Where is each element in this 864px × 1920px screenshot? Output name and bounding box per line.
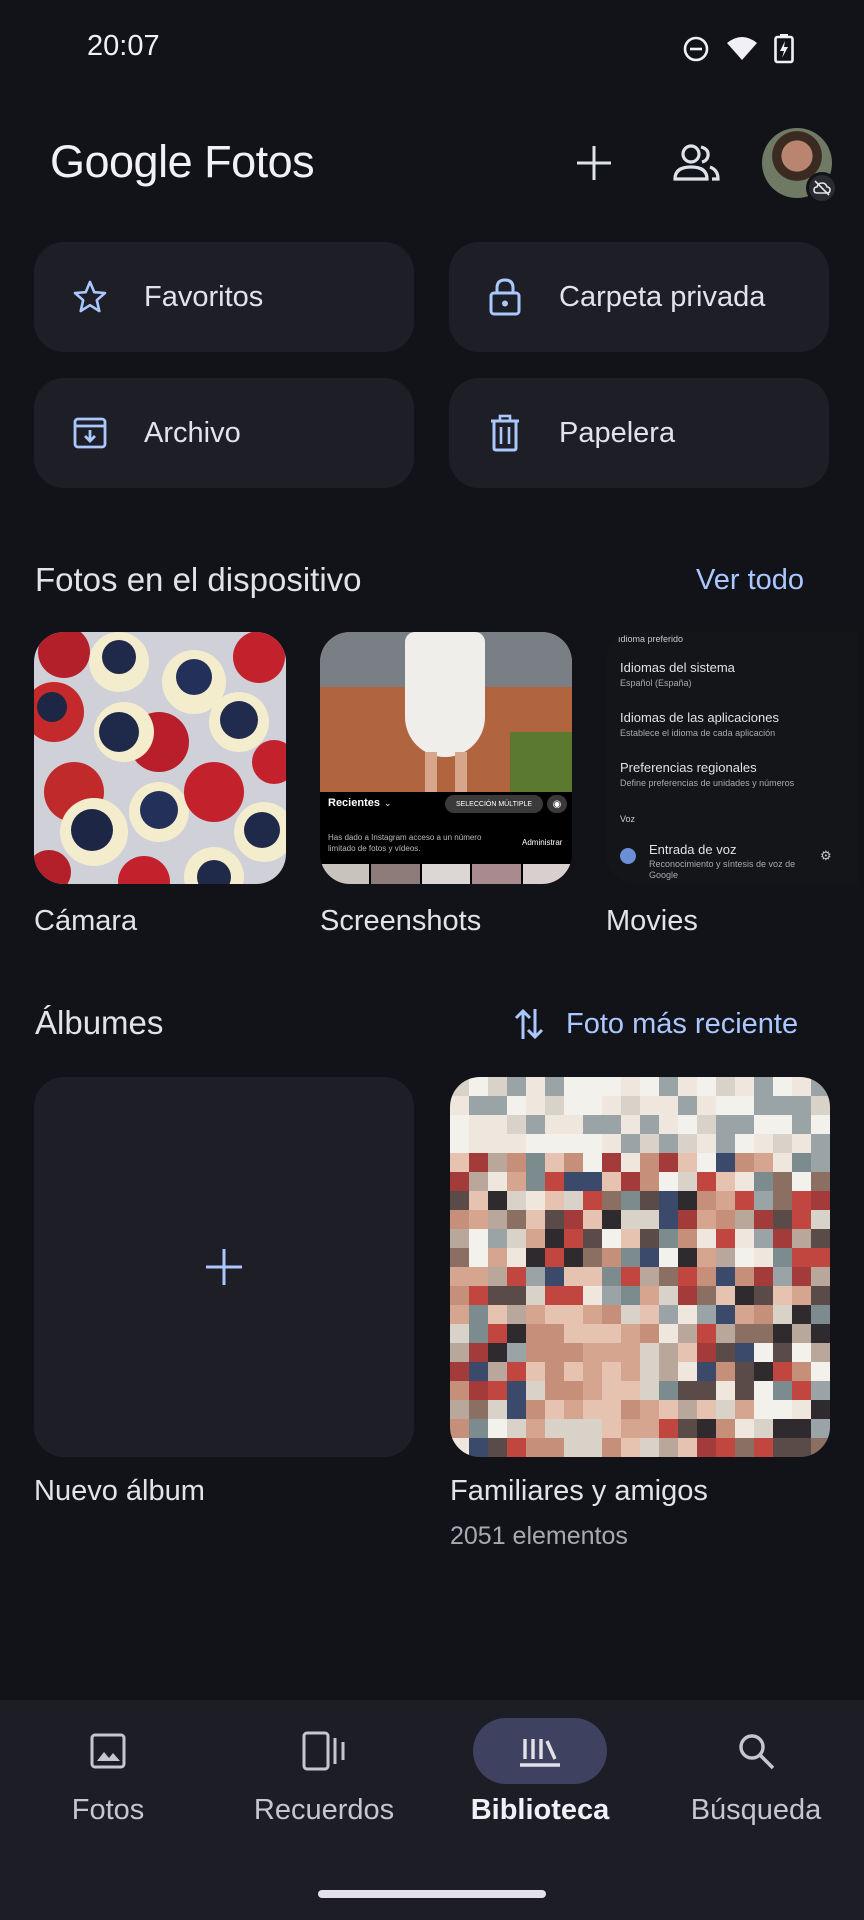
nav-label-search: Búsqueda	[690, 1794, 822, 1826]
device-photos-title: Fotos en el dispositivo	[35, 561, 362, 598]
sort-button[interactable]: Foto más reciente	[514, 1006, 798, 1042]
battery-charging-icon	[774, 34, 794, 64]
camera-photo-thumbnail	[34, 632, 286, 884]
multi-select-chip: SELECCIÓN MÚLTIPLE	[445, 795, 543, 813]
archive-icon	[70, 413, 110, 453]
preview-voice-header: Voz	[620, 814, 636, 824]
album-card-family[interactable]	[450, 1077, 830, 1457]
gear-icon: ⚙	[820, 848, 832, 863]
screenshot-photo	[320, 632, 572, 792]
archive-button[interactable]: Archivo	[34, 378, 414, 488]
logo-product: Fotos	[204, 136, 315, 187]
preview-item-sub: Define preferencias de unidades y número…	[620, 778, 795, 788]
preview-item-sub: Establece el idioma de cada aplicación	[620, 728, 776, 738]
instagram-notice: Has dado a Instagram acceso a un número …	[328, 833, 482, 853]
private-folder-label: Carpeta privada	[559, 280, 766, 313]
recents-dropdown: Recientes ⌄	[328, 797, 392, 809]
home-indicator[interactable]	[318, 1890, 546, 1898]
album-count-family: 2051 elementos	[450, 1522, 628, 1550]
pixelated-group-photo	[450, 1077, 830, 1457]
archive-label: Archivo	[144, 416, 241, 449]
backup-off-badge	[806, 172, 838, 204]
view-all-link[interactable]: Ver todo	[696, 564, 804, 597]
status-icons	[682, 34, 794, 64]
nav-memories[interactable]: Recuerdos	[216, 1718, 432, 1858]
preview-item-title: Idiomas del sistema	[620, 660, 735, 675]
search-icon	[689, 1718, 823, 1784]
folder-label-screenshots: Screenshots	[320, 905, 482, 937]
app-header: Google Fotos	[0, 120, 864, 210]
camera-icon: ◉	[547, 795, 567, 813]
photo-icon	[41, 1718, 175, 1784]
nav-library[interactable]: Biblioteca	[432, 1718, 648, 1858]
voice-input-icon	[620, 848, 636, 864]
sort-icon	[514, 1008, 544, 1040]
nav-label-memories: Recuerdos	[253, 1794, 395, 1826]
nav-label-photos: Fotos	[71, 1794, 145, 1826]
favorites-button[interactable]: Favoritos	[34, 242, 414, 352]
photo-strip	[320, 864, 572, 884]
movies-preview-header: Idioma preferido	[618, 634, 684, 644]
status-time: 20:07	[87, 30, 160, 62]
star-icon	[70, 277, 110, 317]
people-icon	[673, 144, 720, 181]
google-photos-logo: Google Fotos	[50, 136, 315, 188]
preview-item-sub: Español (España)	[620, 678, 692, 688]
recents-label: Recientes	[328, 797, 380, 809]
trash-icon	[485, 413, 525, 453]
folder-label-camera: Cámara	[34, 905, 138, 937]
chevron-down-icon: ⌄	[383, 797, 392, 808]
status-bar: 20:07	[0, 0, 864, 100]
add-button[interactable]	[566, 135, 622, 191]
bottom-navigation: Fotos Recuerdos Biblioteca Búsqueda	[0, 1700, 864, 1920]
trash-label: Papelera	[559, 416, 676, 449]
preview-item-title: Preferencias regionales	[620, 760, 757, 775]
folder-thumb-camera[interactable]	[34, 632, 286, 884]
sharing-button[interactable]	[668, 135, 724, 191]
manage-link: Administrar	[522, 838, 563, 847]
lock-icon	[485, 277, 525, 317]
nav-search[interactable]: Búsqueda	[648, 1718, 864, 1858]
cloud-off-icon	[813, 180, 831, 196]
preview-voice-sub: Reconocimiento y síntesis de voz de Goog…	[649, 859, 796, 880]
folder-thumb-screenshots[interactable]: Recientes ⌄ SELECCIÓN MÚLTIPLE ◉ Has dad…	[320, 632, 572, 884]
album-title-family: Familiares y amigos	[450, 1475, 708, 1507]
plus-icon	[577, 146, 611, 180]
folder-label-movies: Movies	[606, 905, 698, 937]
wifi-icon	[727, 37, 757, 60]
albums-title: Álbumes	[35, 1004, 164, 1041]
account-avatar[interactable]	[762, 128, 838, 204]
logo-brand: Google	[50, 136, 193, 187]
nav-photos[interactable]: Fotos	[0, 1718, 216, 1858]
new-album-card[interactable]	[34, 1077, 414, 1457]
do-not-disturb-icon	[683, 36, 709, 62]
favorites-label: Favoritos	[144, 280, 264, 313]
sort-label: Foto más reciente	[566, 1007, 799, 1040]
plus-icon	[206, 1249, 242, 1285]
private-folder-button[interactable]: Carpeta privada	[449, 242, 829, 352]
folder-thumb-movies[interactable]: Idioma preferido Idiomas del sistema Esp…	[606, 632, 858, 884]
trash-button[interactable]: Papelera	[449, 378, 829, 488]
new-album-title: Nuevo álbum	[34, 1475, 205, 1507]
preview-item-title: Idiomas de las aplicaciones	[620, 710, 779, 725]
preview-voice-title: Entrada de voz	[649, 842, 737, 857]
memories-icon	[257, 1718, 391, 1784]
nav-label-library: Biblioteca	[470, 1794, 610, 1826]
library-icon	[473, 1718, 607, 1784]
